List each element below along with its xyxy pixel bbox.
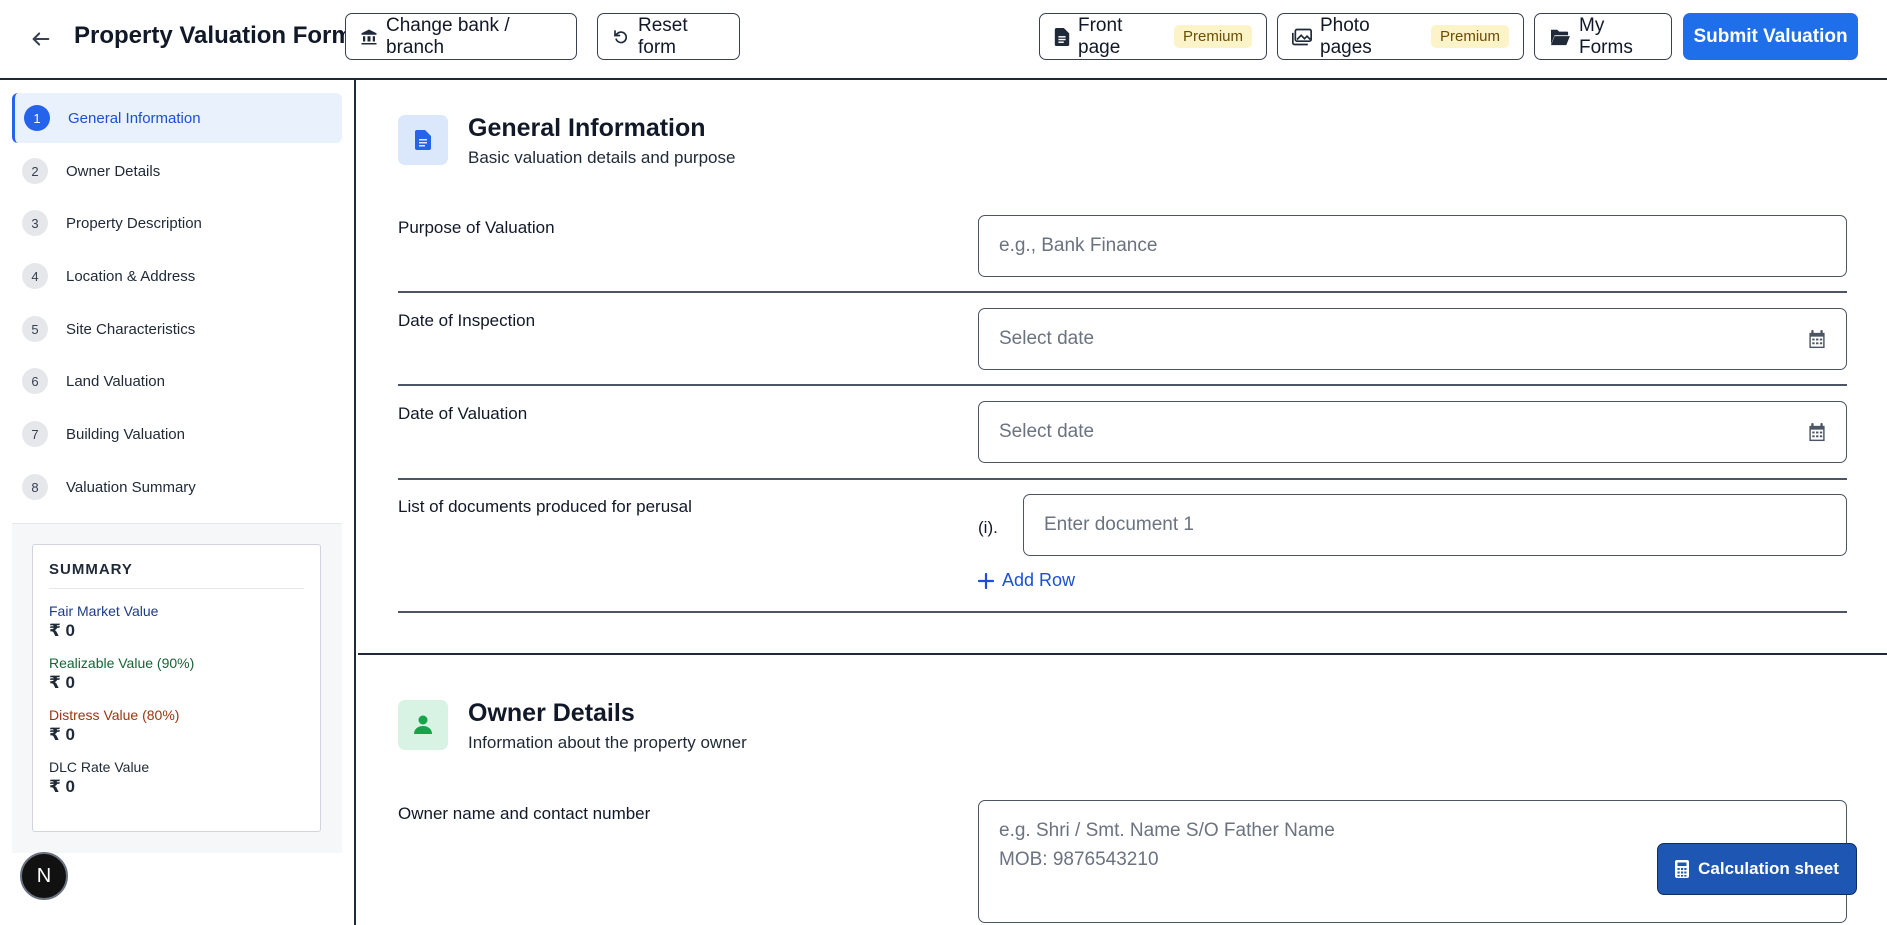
reset-form-label: Reset form xyxy=(638,14,688,58)
change-bank-label: Change bank / branch xyxy=(386,14,510,58)
owner-placeholder-line1: e.g. Shri / Smt. Name S/O Father Name xyxy=(999,820,1335,841)
sidebar-summary-area: SUMMARY Fair Market Value ₹ 0 Realizable… xyxy=(12,523,342,853)
owner-name-label: Owner name and contact number xyxy=(398,804,651,823)
step-label: Land Valuation xyxy=(66,372,165,390)
add-row-button[interactable]: Add Row xyxy=(978,570,1075,591)
calculator-icon xyxy=(1675,860,1690,878)
front-page-button[interactable]: Front page Premium xyxy=(1039,13,1267,60)
inspection-date-label: Date of Inspection xyxy=(398,311,536,330)
calendar-icon[interactable] xyxy=(1808,422,1826,442)
section-title-owner: Owner Details xyxy=(468,699,635,727)
valuation-date-input[interactable]: Select date xyxy=(978,401,1847,463)
divider xyxy=(398,291,1847,293)
photo-pages-label: Photo pages xyxy=(1320,14,1372,58)
summary-label: DLC Rate Value xyxy=(49,759,150,775)
top-header: Property Valuation Form Change bank / br… xyxy=(0,0,1887,80)
step-label: Location & Address xyxy=(66,267,196,285)
step-label: Property Description xyxy=(66,214,202,232)
section-subtitle-general: Basic valuation details and purpose xyxy=(468,148,736,167)
summary-value: ₹ 0 xyxy=(49,725,76,744)
purpose-placeholder: e.g., Bank Finance xyxy=(999,235,1158,256)
premium-badge: Premium xyxy=(1173,25,1252,48)
sidebar-step-owner-details[interactable]: 2 Owner Details xyxy=(12,146,342,196)
summary-card: SUMMARY Fair Market Value ₹ 0 Realizable… xyxy=(32,544,321,832)
step-number: 8 xyxy=(22,474,48,500)
back-arrow-icon[interactable] xyxy=(26,24,56,54)
front-page-label: Front page xyxy=(1078,14,1123,58)
summary-distress: Distress Value (80%) ₹ 0 xyxy=(49,707,304,745)
my-forms-button[interactable]: My Forms xyxy=(1534,13,1672,60)
sidebar-step-location-address[interactable]: 4 Location & Address xyxy=(12,251,342,301)
submit-valuation-button[interactable]: Submit Valuation xyxy=(1683,13,1858,60)
my-forms-label: My Forms xyxy=(1579,14,1633,58)
sidebar-step-general-information[interactable]: 1 General Information xyxy=(12,93,342,143)
summary-dlc: DLC Rate Value ₹ 0 xyxy=(49,759,304,797)
step-label: Valuation Summary xyxy=(66,478,196,496)
summary-value: ₹ 0 xyxy=(49,777,76,796)
section-title-general: General Information xyxy=(468,114,706,142)
document-icon xyxy=(398,115,448,165)
summary-realizable: Realizable Value (90%) ₹ 0 xyxy=(49,655,304,693)
calculation-sheet-label: Calculation sheet xyxy=(1698,859,1839,878)
document-1-input[interactable]: Enter document 1 xyxy=(1023,494,1847,556)
owner-placeholder-line2: MOB: 9876543210 xyxy=(999,849,1159,870)
change-bank-button[interactable]: Change bank / branch xyxy=(345,13,577,60)
summary-label: Realizable Value (90%) xyxy=(49,655,195,671)
documents-label: List of documents produced for perusal xyxy=(398,497,692,516)
step-label: General Information xyxy=(68,109,201,127)
summary-value: ₹ 0 xyxy=(49,621,76,640)
step-number: 7 xyxy=(22,421,48,447)
sidebar-step-property-description[interactable]: 3 Property Description xyxy=(12,198,342,248)
folder-open-icon xyxy=(1550,29,1570,45)
step-number: 6 xyxy=(22,368,48,394)
document-index: (i). xyxy=(978,518,998,537)
sidebar: 1 General Information 2 Owner Details 3 … xyxy=(0,80,356,925)
calculation-sheet-button[interactable]: Calculation sheet xyxy=(1657,843,1857,895)
purpose-input[interactable]: e.g., Bank Finance xyxy=(978,215,1847,277)
page-title: Property Valuation Form xyxy=(74,22,353,49)
step-number: 2 xyxy=(22,158,48,184)
summary-fair-market: Fair Market Value ₹ 0 xyxy=(49,603,304,641)
purpose-label: Purpose of Valuation xyxy=(398,218,555,237)
reset-icon xyxy=(614,29,628,43)
summary-label: Distress Value (80%) xyxy=(49,707,180,723)
sidebar-step-site-characteristics[interactable]: 5 Site Characteristics xyxy=(12,304,342,354)
document-icon xyxy=(1054,27,1070,46)
valuation-date-placeholder: Select date xyxy=(999,421,1095,442)
section-subtitle-owner: Information about the property owner xyxy=(468,733,747,752)
premium-badge: Premium xyxy=(1430,25,1509,48)
section-divider xyxy=(358,653,1887,655)
step-number: 5 xyxy=(22,316,48,342)
step-label: Building Valuation xyxy=(66,425,185,443)
divider xyxy=(398,478,1847,480)
sidebar-step-valuation-summary[interactable]: 8 Valuation Summary xyxy=(12,462,342,512)
images-icon xyxy=(1292,28,1312,45)
step-number: 4 xyxy=(22,263,48,289)
inspection-date-input[interactable]: Select date xyxy=(978,308,1847,370)
document-1-placeholder: Enter document 1 xyxy=(1044,514,1194,535)
valuation-date-label: Date of Valuation xyxy=(398,404,528,423)
sidebar-step-building-valuation[interactable]: 7 Building Valuation xyxy=(12,409,342,459)
inspection-date-placeholder: Select date xyxy=(999,328,1095,349)
add-row-label: Add Row xyxy=(1002,570,1076,590)
main-content: General Information Basic valuation deta… xyxy=(358,82,1887,925)
step-number: 1 xyxy=(24,105,50,131)
sidebar-step-land-valuation[interactable]: 6 Land Valuation xyxy=(12,356,342,406)
summary-heading: SUMMARY xyxy=(49,561,304,589)
summary-value: ₹ 0 xyxy=(49,673,76,692)
reset-form-button[interactable]: Reset form xyxy=(597,13,740,60)
photo-pages-button[interactable]: Photo pages Premium xyxy=(1277,13,1524,60)
divider xyxy=(398,384,1847,386)
divider xyxy=(398,611,1847,613)
user-avatar[interactable]: N xyxy=(20,852,68,900)
bank-icon xyxy=(361,29,377,44)
user-icon xyxy=(398,700,448,750)
step-label: Owner Details xyxy=(66,162,161,180)
summary-label: Fair Market Value xyxy=(49,603,159,619)
plus-icon xyxy=(978,572,994,589)
calendar-icon[interactable] xyxy=(1808,329,1826,349)
step-label: Site Characteristics xyxy=(66,320,196,338)
step-number: 3 xyxy=(22,210,48,236)
